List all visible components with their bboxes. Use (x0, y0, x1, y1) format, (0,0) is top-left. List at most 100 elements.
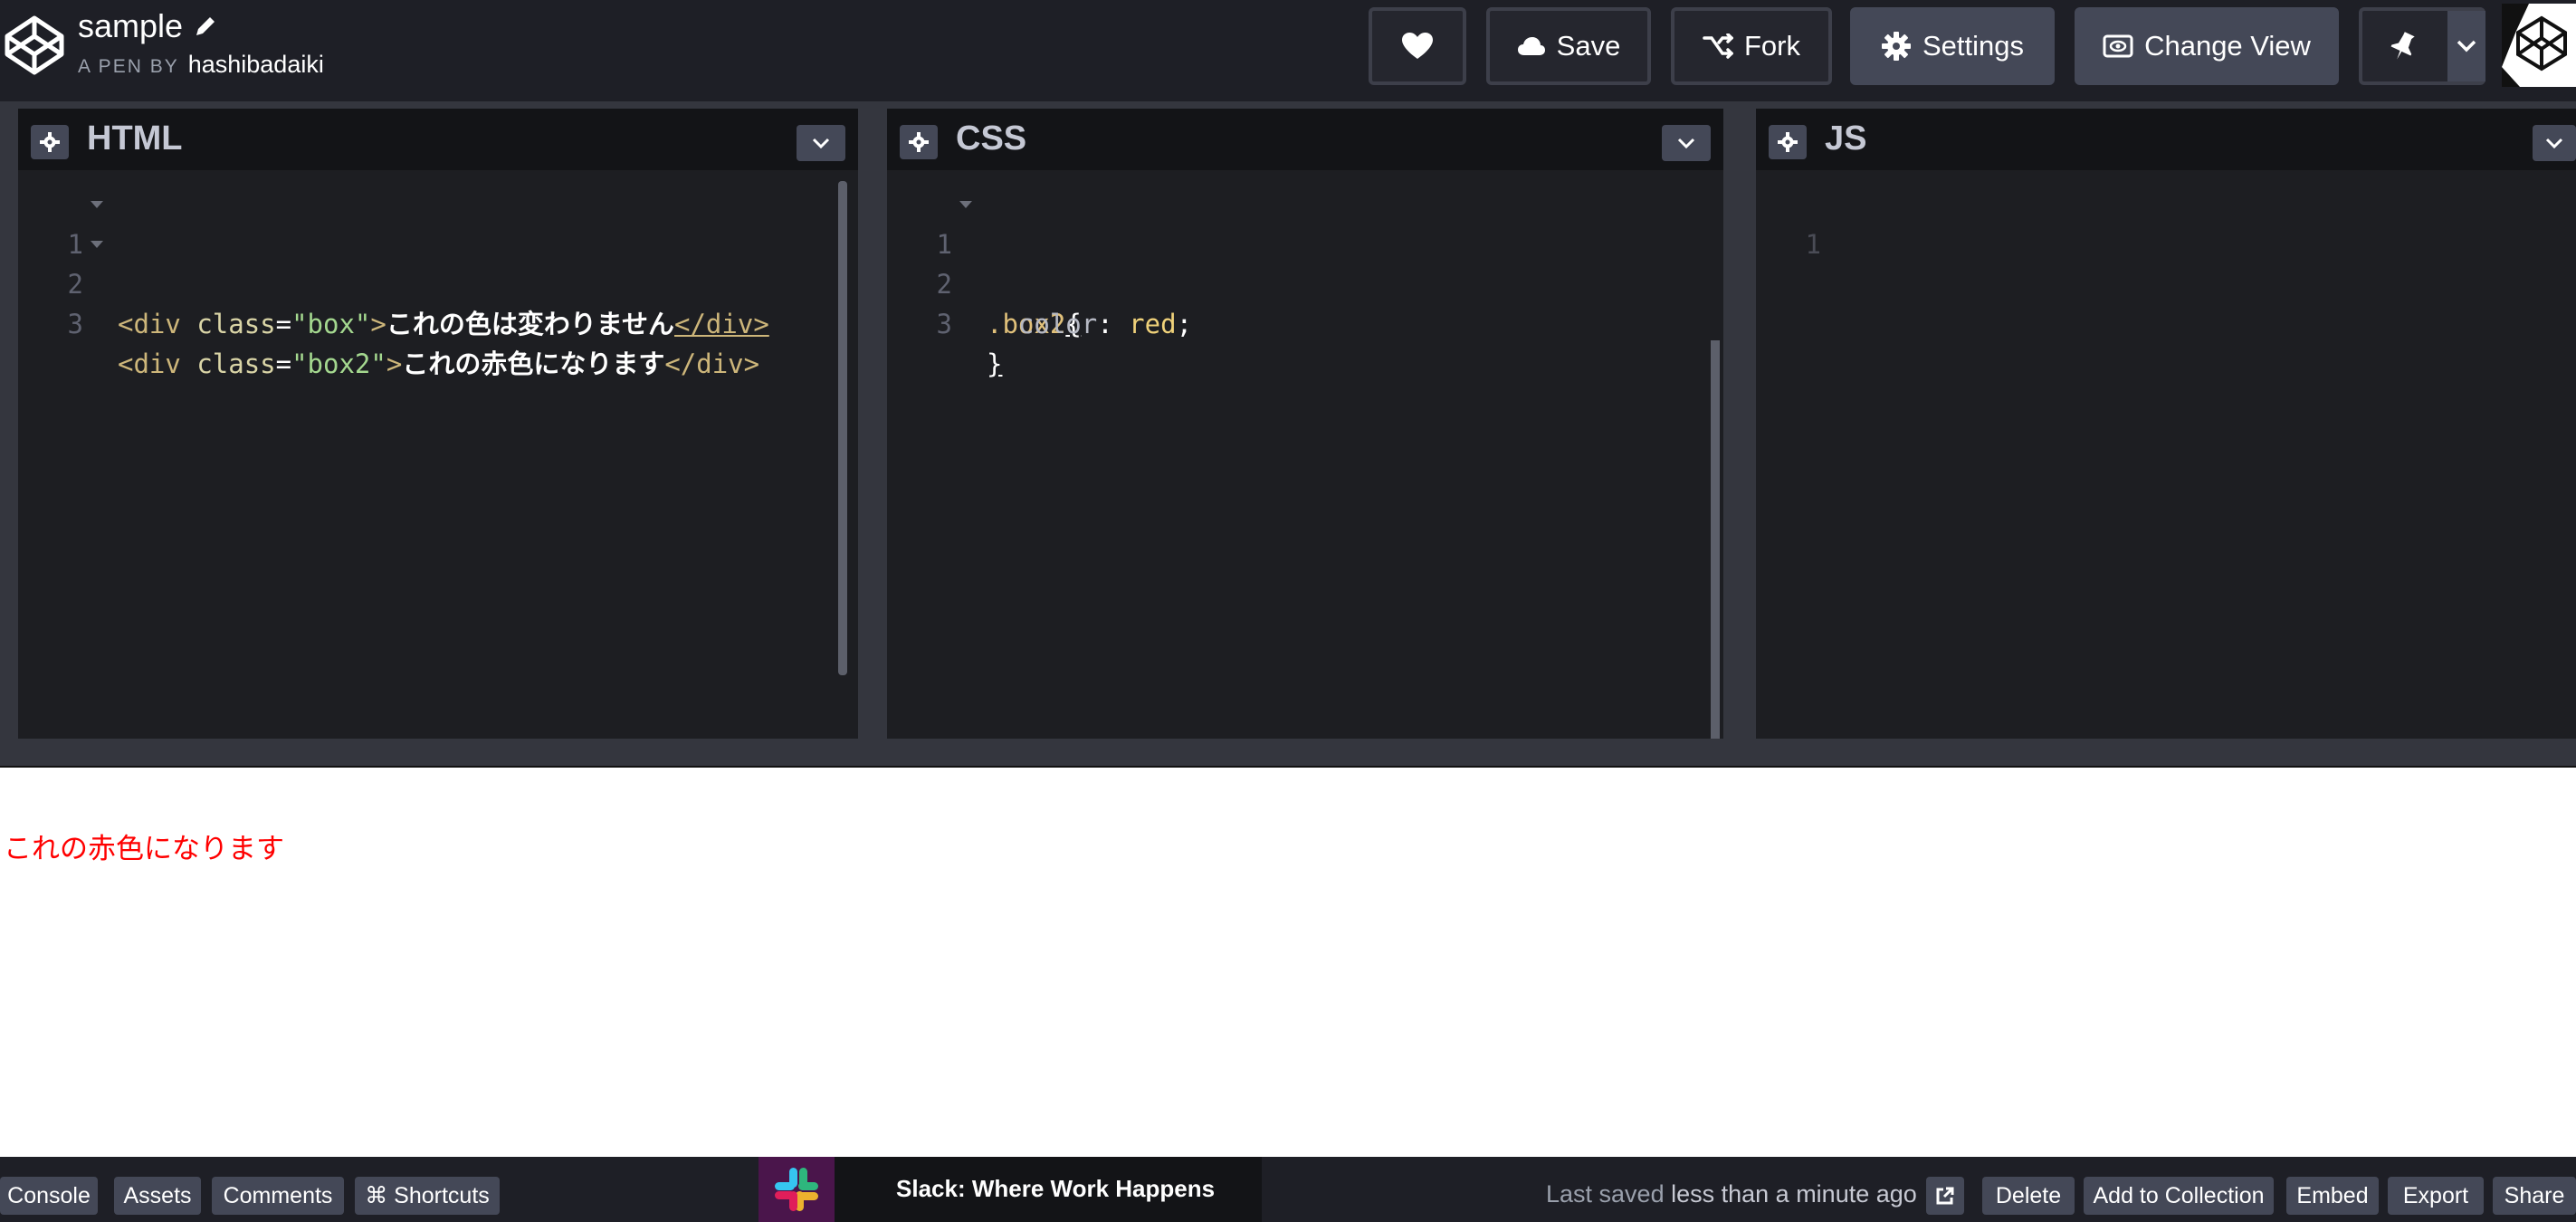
pin-button[interactable] (2359, 7, 2485, 85)
saved-time: less than a minute ago (1671, 1180, 1917, 1208)
code-line: 1 <div class="box">これの色は変わりません</div> (18, 185, 858, 339)
last-saved-status: Last saved less than a minute ago (1546, 1180, 1917, 1208)
code-line: 2 color: red; (887, 224, 1723, 339)
line-number: 1 (1805, 229, 1821, 260)
cloud-icon (1517, 36, 1546, 56)
code-text: <div class="box2">これの赤色になります</div> (118, 344, 759, 384)
html-scrollbar[interactable] (838, 181, 847, 675)
fold-arrow-icon[interactable] (91, 201, 103, 208)
preview-line-box: これの色は変わりません (4, 791, 312, 824)
pencil-icon[interactable] (194, 14, 217, 38)
code-line: 2 <div class="box2">これの赤色になります</div> (18, 224, 858, 379)
code-line: 3 } (887, 264, 1723, 379)
code-line: 1 .box2{ (887, 185, 1723, 339)
ad-text[interactable]: Slack: Where Work Happens (896, 1175, 1215, 1203)
author-link[interactable]: hashibadaiki (188, 51, 324, 79)
delete-button[interactable]: Delete (1982, 1177, 2075, 1215)
html-panel-header: HTML (18, 109, 858, 170)
token-tag: </div> (664, 348, 760, 379)
code-line: 3 (18, 264, 858, 339)
editors-area: HTML 1 <div class="box">これの色は変わりません</div… (0, 101, 2576, 746)
save-button[interactable]: Save (1486, 7, 1651, 85)
token-semicolon: ; (1176, 309, 1193, 339)
js-code[interactable]: 1 (1756, 185, 2576, 260)
change-view-button[interactable]: Change View (2075, 7, 2339, 85)
token-eq: = (275, 309, 292, 339)
html-panel-title: HTML (87, 119, 183, 158)
slack-ad[interactable]: Slack: Where Work Happens (758, 1157, 1262, 1222)
js-panel-title: JS (1825, 119, 1867, 158)
pen-by-label: A PEN BY (78, 56, 179, 77)
line-number: 3 (67, 309, 83, 339)
resize-divider[interactable] (0, 739, 2576, 768)
token-tag: <div (118, 348, 181, 379)
token-property: color (1017, 309, 1098, 339)
settings-button[interactable]: Settings (1850, 7, 2055, 85)
pin-menu-chevron-icon[interactable] (2447, 11, 2485, 81)
token-tag: > (386, 348, 403, 379)
header-bar: sample A PEN BY hashibadaiki Save Fork S… (0, 0, 2576, 101)
preview-line-box2: これの赤色になります (4, 833, 284, 865)
fold-arrow-icon[interactable] (91, 241, 103, 248)
js-editor-panel: JS 1 (1756, 109, 2576, 739)
change-view-icon (2103, 34, 2133, 58)
token-attr: class (196, 309, 276, 339)
token-eq: = (275, 348, 292, 379)
add-to-collection-button[interactable]: Add to Collection (2084, 1177, 2274, 1215)
js-settings-gear-icon[interactable] (1769, 125, 1807, 159)
css-panel-header: CSS (887, 109, 1723, 170)
pin-icon (2390, 31, 2417, 62)
code-text: <div class="box">これの色は変わりません</div> (118, 304, 769, 344)
css-panel-title: CSS (956, 119, 1027, 158)
embed-button[interactable]: Embed (2286, 1177, 2379, 1215)
code-line: 1 (1756, 185, 2576, 260)
export-button[interactable]: Export (2388, 1177, 2484, 1215)
fork-button[interactable]: Fork (1671, 7, 1832, 85)
token-tag: </div> (674, 309, 769, 339)
change-view-label: Change View (2144, 30, 2311, 62)
user-avatar[interactable] (2502, 4, 2576, 87)
js-panel-header: JS (1756, 109, 2576, 170)
slack-logo-icon (758, 1157, 835, 1222)
comments-button[interactable]: Comments (212, 1177, 344, 1215)
shortcuts-button[interactable]: ⌘ Shortcuts (355, 1177, 500, 1215)
assets-button[interactable]: Assets (114, 1177, 201, 1215)
html-editor-panel: HTML 1 <div class="box">これの色は変わりません</div… (18, 109, 858, 739)
token-tag: > (370, 309, 386, 339)
token-brace: } (987, 348, 1003, 379)
codepen-logo-icon[interactable] (2, 13, 67, 78)
code-text: } (987, 344, 1002, 384)
console-button[interactable]: Console (0, 1177, 98, 1215)
heart-icon (1401, 32, 1434, 61)
fork-label: Fork (1744, 30, 1800, 62)
css-settings-gear-icon[interactable] (900, 125, 938, 159)
share-button[interactable]: Share (2493, 1177, 2576, 1215)
pen-title[interactable]: sample (78, 7, 217, 45)
html-panel-chevron-down-icon[interactable] (797, 125, 845, 161)
settings-label: Settings (1922, 30, 2024, 62)
pen-title-text[interactable]: sample (78, 7, 183, 45)
css-scrollbar[interactable] (1711, 340, 1720, 746)
html-settings-gear-icon[interactable] (31, 125, 69, 159)
token-string: "box2" (291, 348, 386, 379)
css-panel-chevron-down-icon[interactable] (1662, 125, 1711, 161)
save-label: Save (1556, 30, 1621, 62)
fold-arrow-icon[interactable] (959, 201, 972, 208)
token-colon: : (1097, 309, 1113, 339)
token-value: red (1129, 309, 1177, 339)
footer-bar: Console Assets Comments ⌘ Shortcuts Slac… (0, 1157, 2576, 1222)
html-code[interactable]: 1 <div class="box">これの色は変わりません</div> 2 <… (18, 185, 858, 379)
code-text: color: red; (987, 304, 1192, 344)
result-preview: これの色は変わりません これの赤色になります (0, 768, 2576, 1157)
gear-icon (1881, 31, 1912, 62)
token-attr: class (196, 348, 276, 379)
token-string: "box" (291, 309, 371, 339)
fork-icon (1703, 33, 1733, 59)
love-button[interactable] (1369, 7, 1466, 85)
saved-prefix: Last saved (1546, 1180, 1665, 1208)
css-code[interactable]: 1 .box2{ 2 color: red; 3 } (887, 185, 1723, 379)
pen-author: A PEN BY hashibadaiki (78, 51, 324, 79)
token-text: これの色は変わりません (386, 309, 675, 339)
external-link-icon[interactable] (1926, 1177, 1964, 1215)
js-panel-chevron-down-icon[interactable] (2533, 125, 2576, 161)
